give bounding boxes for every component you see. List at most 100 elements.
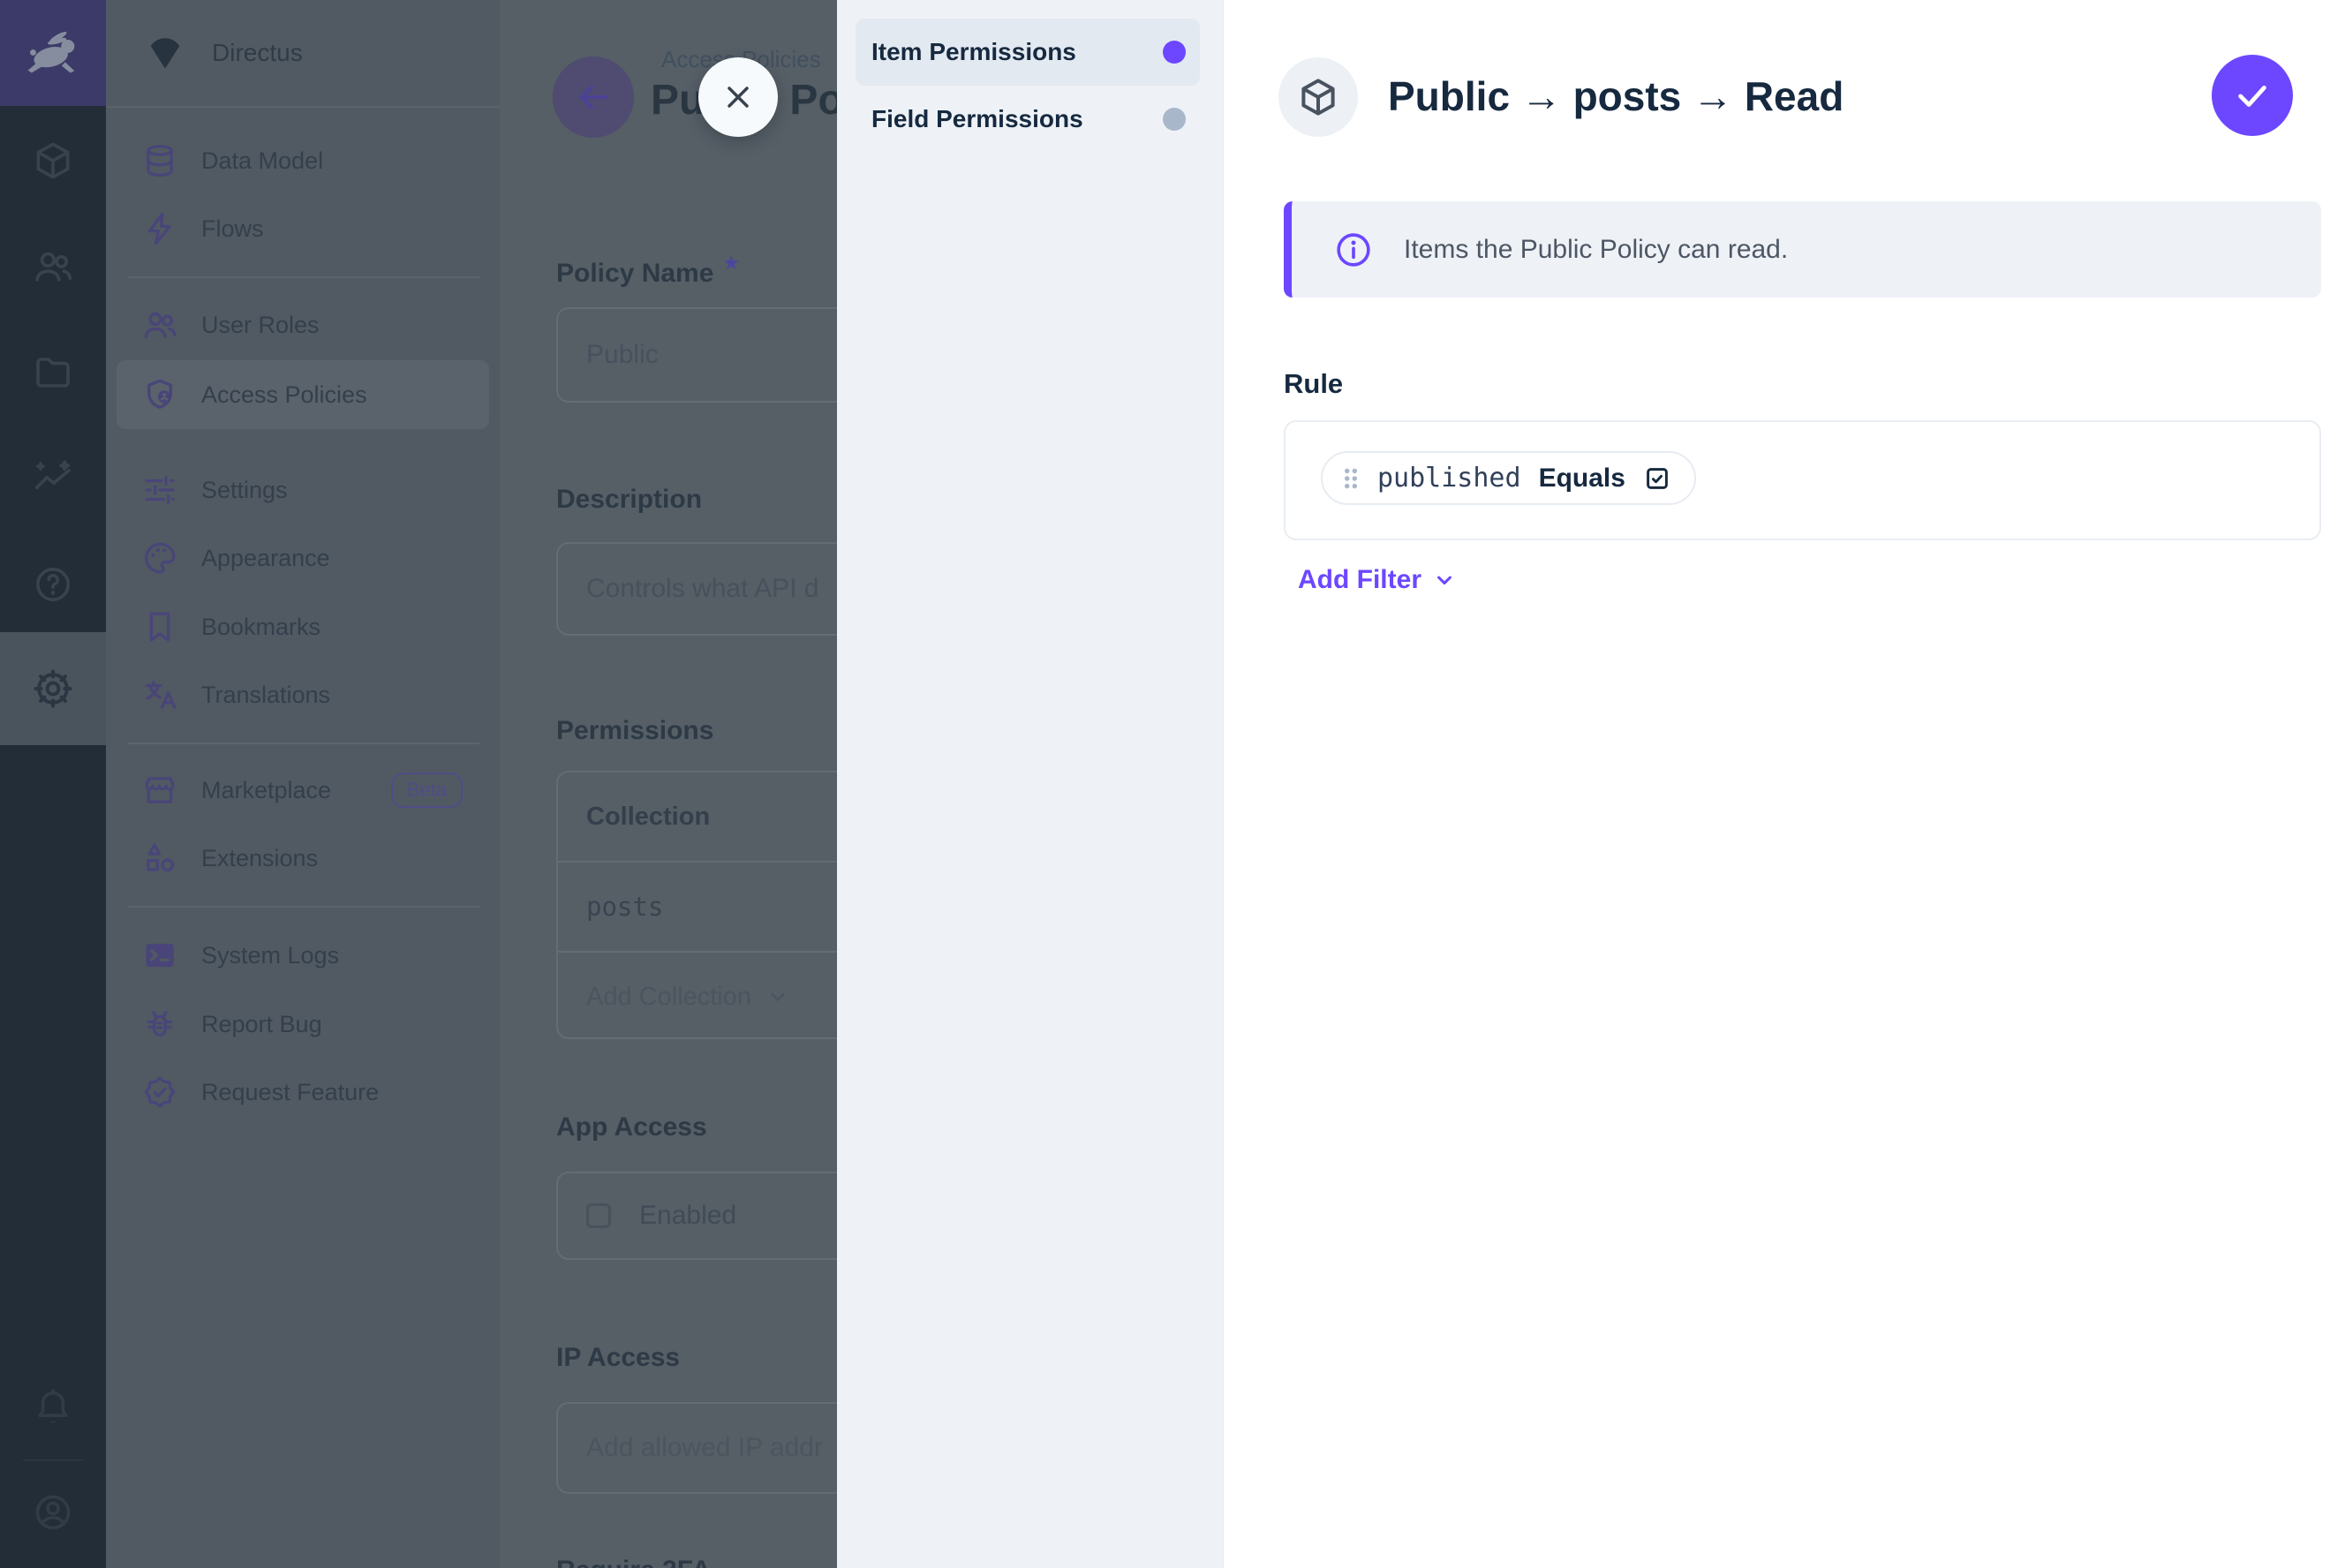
drag-handle-icon[interactable] (1342, 465, 1360, 492)
module-users[interactable] (0, 224, 106, 309)
filter-operator[interactable]: Equals (1539, 464, 1625, 494)
add-filter-button[interactable]: Add Filter (1298, 565, 1457, 595)
project-title: Directus (212, 39, 303, 67)
sidebar-item-flows[interactable]: Flows (117, 194, 489, 263)
sidebar-divider (128, 276, 479, 278)
sidebar-item-label: Access Policies (201, 381, 367, 409)
bell-icon (32, 1387, 74, 1429)
app-access-label: App Access (556, 1112, 707, 1142)
close-icon (720, 79, 756, 115)
notifications-button[interactable] (0, 1366, 106, 1451)
sidebar-item-bookmarks[interactable]: Bookmarks (117, 592, 489, 661)
permissions-drawer-nav: Item Permissions Field Permissions (837, 0, 1223, 1568)
checked-checkbox-icon[interactable] (1643, 464, 1671, 493)
bolt-icon (141, 210, 178, 247)
arrow-left-icon (574, 78, 613, 117)
sidebar-item-extensions[interactable]: Extensions (117, 824, 489, 893)
project-fan-icon (143, 31, 187, 75)
tab-item-permissions[interactable]: Item Permissions (856, 19, 1200, 86)
sidebar-divider (128, 906, 479, 908)
close-drawer-button[interactable] (698, 57, 778, 137)
filter-field[interactable]: published (1377, 463, 1521, 494)
sidebar-item-report-bug[interactable]: Report Bug (117, 990, 489, 1059)
sidebar-item-label: Appearance (201, 545, 330, 572)
chevron-down-icon (1432, 568, 1457, 592)
back-button[interactable] (553, 57, 634, 138)
item-permissions-detail: Public → posts → Read Items the Public P… (1223, 0, 2345, 1568)
shield-user-icon (141, 376, 178, 413)
info-banner: Items the Public Policy can read. (1284, 201, 2321, 298)
database-icon (141, 142, 178, 179)
ip-access-label: IP Access (556, 1343, 680, 1373)
gear-icon (31, 667, 75, 711)
info-banner-text: Items the Public Policy can read. (1404, 235, 1788, 265)
account-button[interactable] (0, 1470, 106, 1555)
directus-logo[interactable] (0, 0, 106, 106)
rule-filter-box[interactable]: published Equals (1284, 420, 2321, 540)
sidebar-item-label: Report Bug (201, 1011, 322, 1038)
module-help[interactable] (0, 542, 106, 627)
detail-title: Public → posts → Read (1388, 72, 1844, 120)
sidebar-item-marketplace[interactable]: Marketplace Beta (117, 756, 489, 825)
add-collection-button[interactable]: Add Collection (558, 953, 837, 1041)
enabled-checkbox[interactable] (586, 1203, 611, 1228)
save-button[interactable] (2212, 55, 2293, 136)
policy-name-input[interactable]: Public (556, 307, 837, 403)
people-icon (141, 306, 178, 343)
module-content[interactable] (0, 118, 106, 203)
policy-editor: Access Policies Public Policy Policy Nam… (500, 0, 837, 1568)
sidebar-item-access-policies[interactable]: Access Policies (117, 360, 489, 429)
terminal-icon (141, 937, 178, 974)
account-circle-icon (32, 1491, 74, 1534)
box-icon (1297, 76, 1339, 118)
sidebar-item-label: Request Feature (201, 1079, 379, 1106)
permissions-label: Permissions (556, 716, 713, 746)
module-files[interactable] (0, 330, 106, 415)
sidebar-item-translations[interactable]: Translations (117, 660, 489, 729)
ip-access-input[interactable]: Add allowed IP addr (556, 1402, 837, 1494)
sidebar-item-system-logs[interactable]: System Logs (117, 921, 489, 990)
module-bar (0, 0, 106, 1568)
module-settings[interactable] (0, 646, 106, 731)
chevron-down-icon (765, 984, 790, 1009)
palette-icon (141, 539, 178, 577)
filter-chip[interactable]: published Equals (1321, 451, 1696, 505)
sidebar-item-label: User Roles (201, 312, 320, 339)
sidebar-item-label: System Logs (201, 942, 339, 969)
rabbit-icon (20, 20, 86, 86)
sidebar-item-data-model[interactable]: Data Model (117, 126, 489, 195)
folder-icon (32, 351, 74, 394)
permissions-column-header: Collection (558, 773, 837, 861)
sidebar-item-request-feature[interactable]: Request Feature (117, 1058, 489, 1127)
help-icon (32, 563, 74, 606)
people-icon (32, 245, 74, 288)
sidebar-item-appearance[interactable]: Appearance (117, 524, 489, 592)
description-input[interactable]: Controls what API d (556, 542, 837, 636)
project-header[interactable]: Directus (106, 0, 500, 108)
insights-icon (32, 457, 74, 500)
collection-icon-circle (1278, 57, 1358, 137)
rosette-check-icon (141, 1074, 178, 1111)
sidebar-item-label: Flows (201, 215, 264, 243)
require-2fa-label: Require 2FA (556, 1556, 711, 1568)
shapes-icon (141, 840, 178, 877)
sidebar-item-settings[interactable]: Settings (117, 456, 489, 524)
module-bar-divider (23, 1459, 83, 1461)
tab-field-permissions[interactable]: Field Permissions (856, 86, 1200, 153)
translate-icon (141, 676, 178, 713)
check-icon (2232, 75, 2273, 116)
sidebar-item-user-roles[interactable]: User Roles (117, 290, 489, 359)
module-insights[interactable] (0, 436, 106, 521)
active-dot (1163, 41, 1186, 64)
box-icon (32, 139, 74, 182)
sidebar-item-label: Marketplace (201, 777, 331, 804)
sidebar-item-label: Translations (201, 682, 330, 709)
inactive-dot (1163, 108, 1186, 131)
beta-badge: Beta (391, 773, 463, 808)
permissions-row-posts[interactable]: posts (558, 863, 837, 951)
sidebar-item-label: Settings (201, 477, 288, 504)
sidebar-item-label: Extensions (201, 845, 318, 872)
policy-name-label: Policy Name★ (556, 252, 740, 289)
info-icon (1333, 230, 1374, 270)
required-star-icon: ★ (722, 252, 740, 274)
